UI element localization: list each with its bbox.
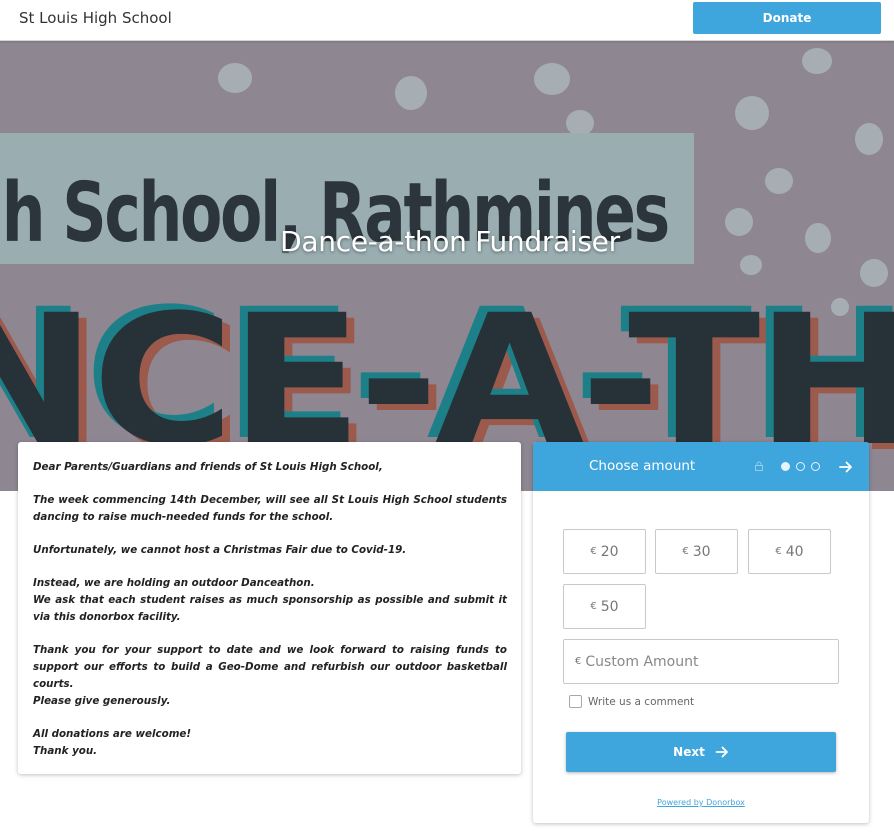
amount-option-40[interactable]: €40 (748, 529, 831, 574)
step-indicator-1 (781, 462, 790, 471)
amount-value: 50 (600, 598, 619, 615)
custom-amount-input[interactable] (585, 653, 826, 670)
letter-paragraph: All donations are welcome! Thank you. (33, 728, 192, 757)
custom-amount-field[interactable]: € (563, 639, 839, 684)
amount-option-50[interactable]: €50 (563, 584, 646, 629)
letter-paragraph: Dear Parents/Guardians and friends of St… (33, 461, 383, 473)
amount-value: 30 (692, 543, 711, 560)
powered-by-link[interactable]: Powered by Donorbox (533, 798, 869, 807)
currency-symbol: € (682, 546, 689, 557)
step-indicator-2 (796, 462, 805, 471)
letter-paragraph: Thank you for your support to date and w… (33, 644, 507, 707)
currency-symbol: € (590, 601, 597, 612)
letter-paragraph: Unfortunately, we cannot host a Christma… (33, 544, 407, 556)
form-step-title: Choose amount (589, 458, 696, 474)
amount-value: 20 (600, 543, 619, 560)
letter-paragraph: Instead, we are holding an outdoor Dance… (33, 577, 507, 623)
top-bar: St Louis High School Donate (0, 0, 894, 41)
amount-option-30[interactable]: €30 (655, 529, 738, 574)
next-label: Next (673, 745, 705, 759)
comment-checkbox[interactable] (569, 695, 582, 708)
comment-option[interactable]: Write us a comment (569, 695, 694, 708)
org-name: St Louis High School (19, 9, 172, 27)
comment-label[interactable]: Write us a comment (588, 696, 694, 708)
campaign-description: Dear Parents/Guardians and friends of St… (18, 442, 521, 774)
next-button[interactable]: Next (566, 732, 836, 772)
arrow-right-icon[interactable] (838, 459, 854, 475)
currency-symbol: € (590, 546, 597, 557)
step-indicator-3 (811, 462, 820, 471)
donate-button[interactable]: Donate (693, 2, 881, 34)
lock-icon (755, 461, 763, 471)
form-header: Choose amount (533, 442, 869, 491)
campaign-banner: gh School, Rathmines NCE-A-TH NCE-A-TH N… (0, 41, 894, 491)
amount-value: 40 (785, 543, 804, 560)
amount-option-20[interactable]: €20 (563, 529, 646, 574)
currency-symbol: € (775, 546, 782, 557)
arrow-right-icon (715, 746, 728, 758)
currency-symbol: € (575, 656, 582, 667)
donation-form: Choose amount €20 €30 €40 €50 € Write us… (533, 442, 869, 823)
letter-paragraph: The week commencing 14th December, will … (33, 494, 507, 523)
banner-artwork: gh School, Rathmines NCE-A-TH NCE-A-TH N… (0, 48, 894, 491)
campaign-title: Dance-a-thon Fundraiser (280, 225, 620, 258)
